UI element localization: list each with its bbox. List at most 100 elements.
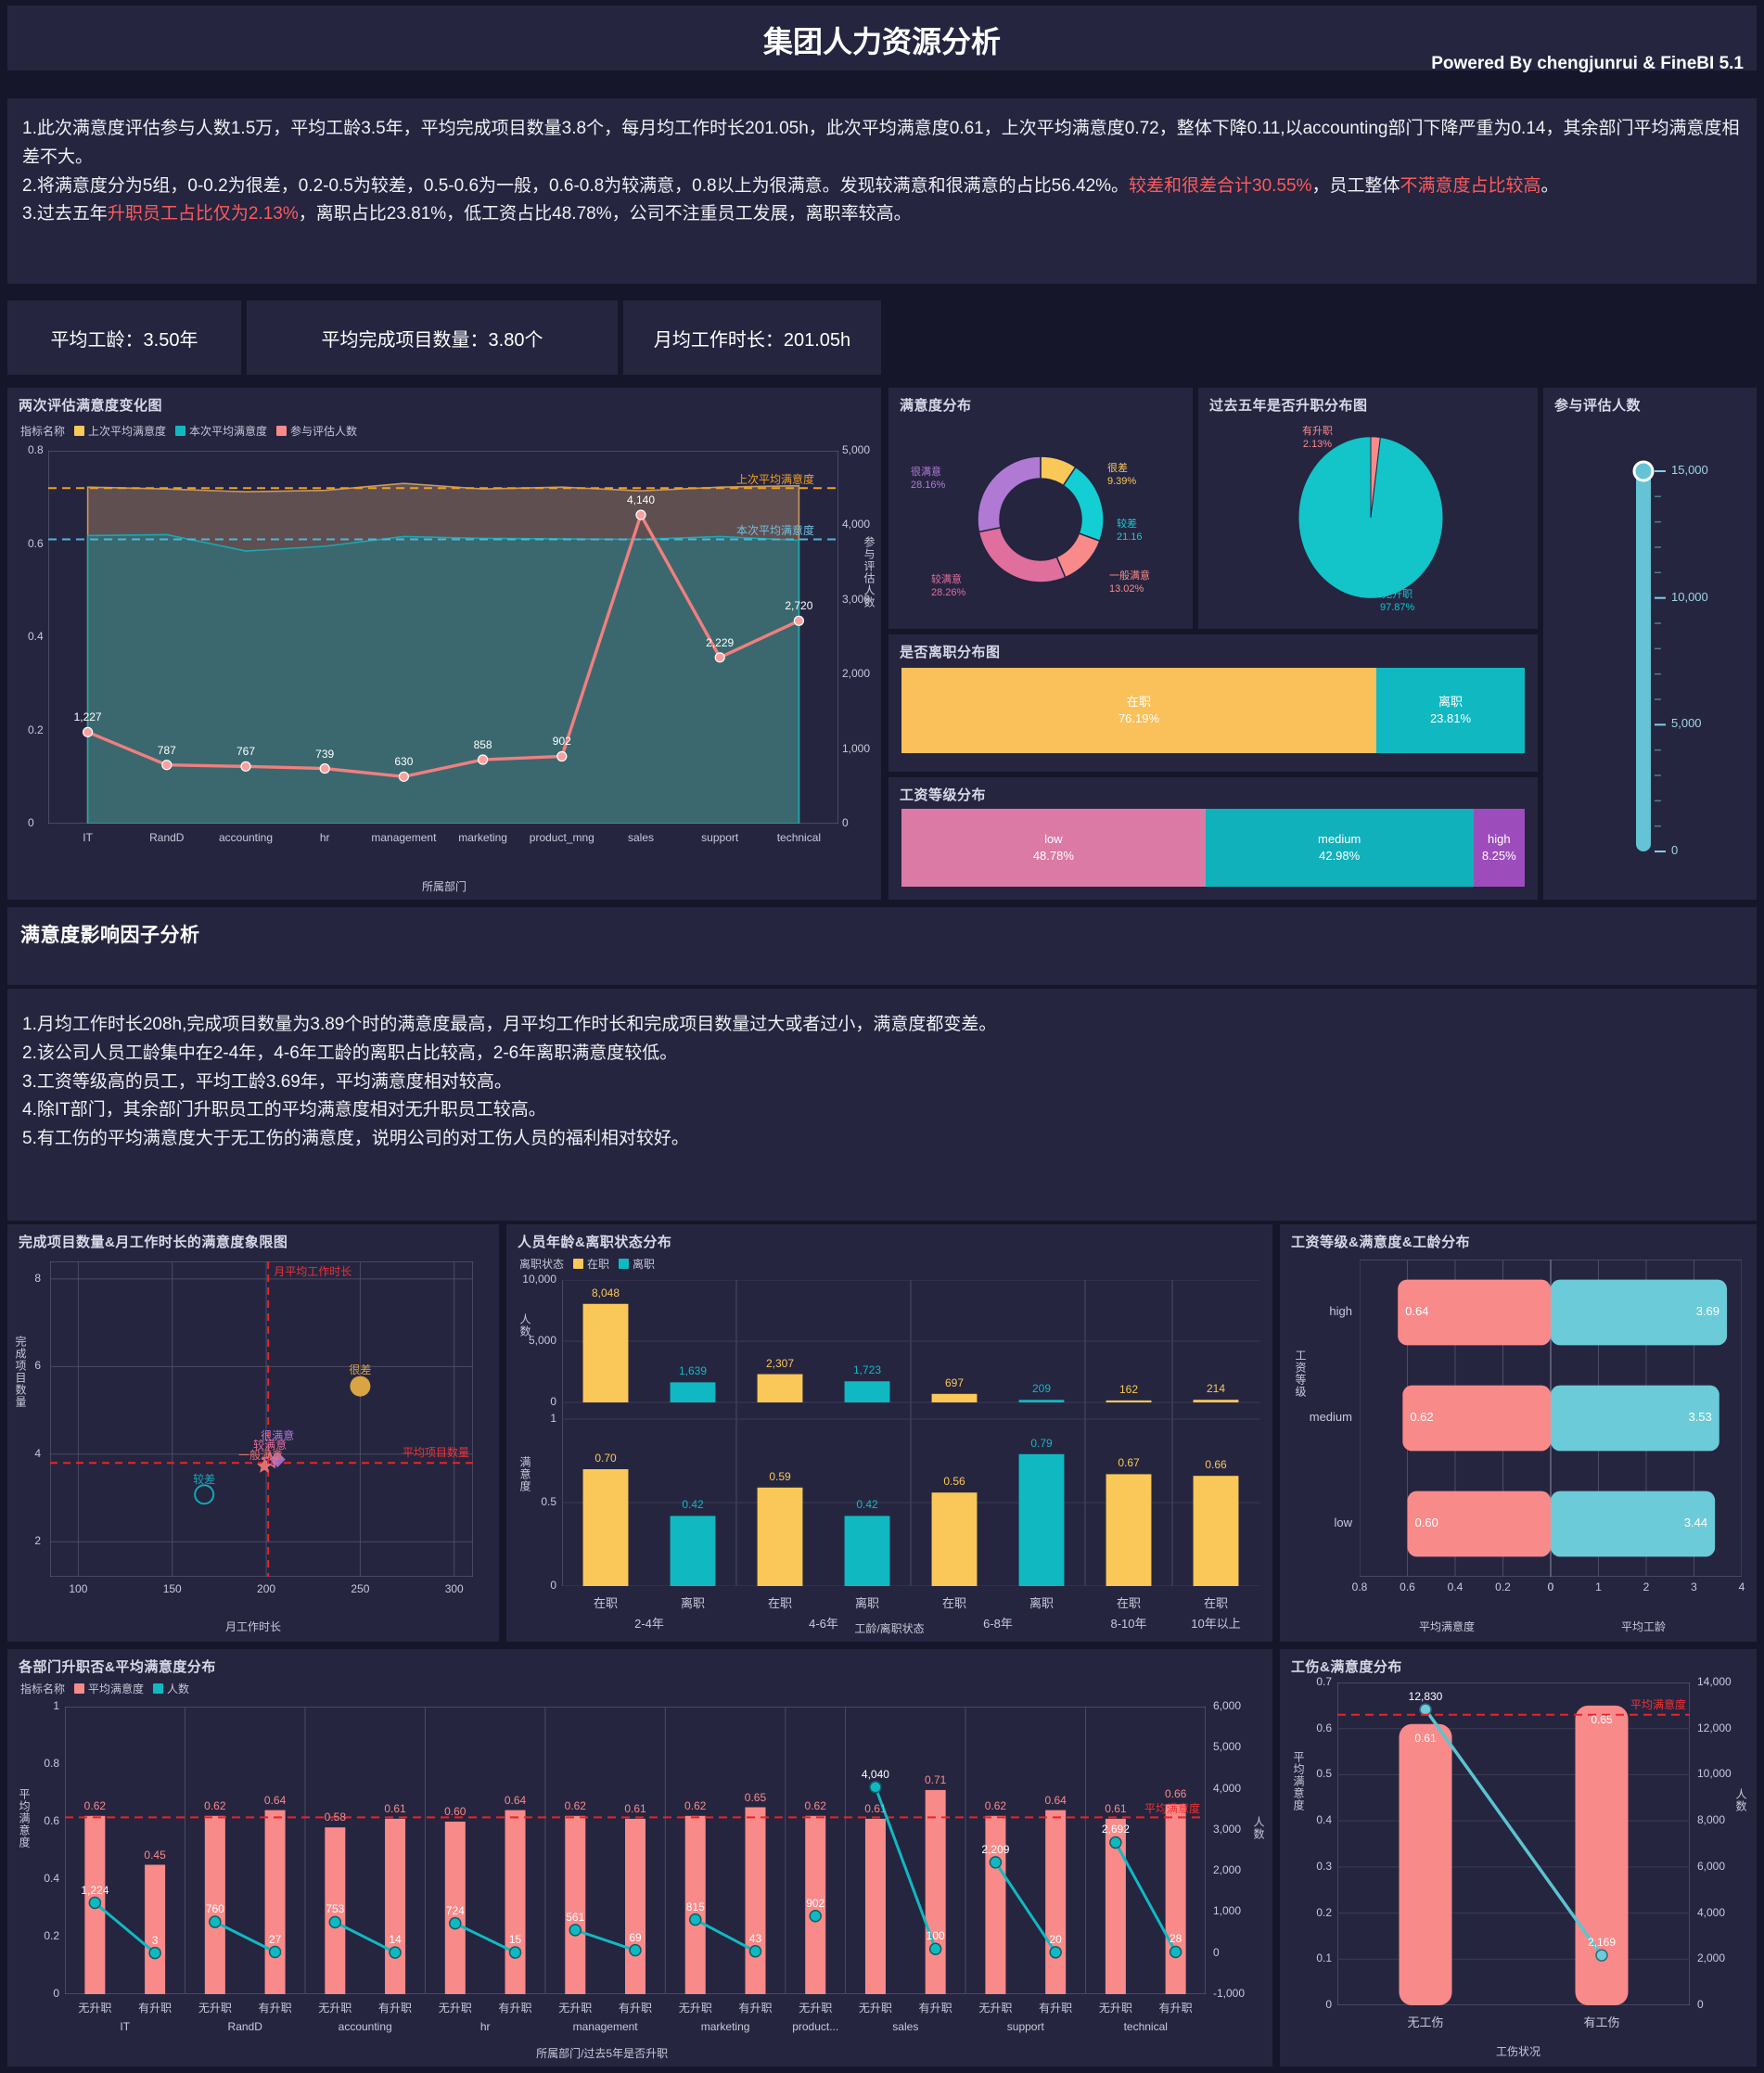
stacked-bar-segment[interactable]: 离职 23.81% xyxy=(1376,668,1525,753)
legend-item-curr[interactable]: 本次平均满意度 xyxy=(175,423,267,439)
bar-satisfaction-value: 0.64 xyxy=(1405,1304,1429,1318)
x-tick-promo: 有升职 xyxy=(918,2002,952,2015)
chart-participant-gauge[interactable]: 参与评估人数 0 5,000 10,000 15,000 xyxy=(1543,388,1757,900)
x-tick-promo: 有升职 xyxy=(138,2002,173,2015)
bar-satisfaction-label: 0.66 xyxy=(1164,1787,1187,1801)
y-tick-right: 0 xyxy=(842,816,849,829)
x-tick-label: sales xyxy=(627,831,655,844)
point-count-label: 15 xyxy=(508,1933,522,1947)
donut-slice-label: 较差 21.16 xyxy=(1117,518,1143,544)
x-tick-label: support xyxy=(701,831,739,844)
chart-quadrant-scatter[interactable]: 完成项目数量&月工作时长的满意度象限图 很差 很满意 较满意 一般满意 较差 月平均工作时… xyxy=(7,1224,499,1642)
chart-salary-satisfaction-tenure[interactable]: 工资等级&满意度&工龄分布 0.64 3.69 0.62 3.53 0.60 3.44 工… xyxy=(1280,1224,1757,1642)
x-axis-left-label: 平均满意度 xyxy=(1419,1620,1476,1633)
bar-satisfaction-value: 0.62 xyxy=(1410,1410,1434,1424)
y-tick-right: 3,000 xyxy=(842,592,871,606)
scatter-point-label: 较差 xyxy=(193,1472,216,1486)
donut-slice-label: 很差 9.39% xyxy=(1107,462,1136,489)
x-group-dept: marketing xyxy=(700,2020,750,2033)
y-axis-label: 工资等级 xyxy=(1294,1350,1307,1398)
chart-title: 是否离职分布图 xyxy=(900,645,1001,660)
legend-item-active[interactable]: 在职 xyxy=(573,1256,609,1272)
y-tick-left: 0.1 xyxy=(1316,1951,1332,1965)
bar-count-label: 1,639 xyxy=(678,1364,708,1378)
x-axis-label: 工伤状况 xyxy=(1495,2045,1541,2058)
x-tick-left: 0.6 xyxy=(1400,1580,1415,1593)
bar-satisfaction-label: 0.62 xyxy=(564,1798,586,1812)
point-count-label: 815 xyxy=(685,1900,705,1913)
bar-satisfaction-label: 0.62 xyxy=(204,1798,226,1812)
segment-label: 离职 xyxy=(1438,695,1463,710)
point-count-label: 28 xyxy=(1169,1932,1182,1946)
y-tick-right: 0 xyxy=(1697,1998,1704,2011)
legend-swatch-icon xyxy=(276,426,288,436)
chart-satisfaction-distribution[interactable]: 满意度分布 很差 9.39% 较差 21.16 一般满意 13.02% 较满意 28.26% 很… xyxy=(888,388,1193,629)
x-tick-right: 1 xyxy=(1595,1580,1602,1593)
chart-salary-level-distribution[interactable]: 工资等级分布 low 48.78% medium 42.98% high 8.25% xyxy=(888,777,1538,900)
x-group-dept: RandD xyxy=(227,2020,262,2033)
section-header-factors: 满意度影响因子分析 xyxy=(7,907,1757,985)
y-tick-right: 2,000 xyxy=(1213,1863,1242,1877)
bar-satisfaction-label: 0.66 xyxy=(1205,1458,1227,1472)
point-count-label: 2,692 xyxy=(1101,1823,1130,1836)
segment-value: 23.81% xyxy=(1429,711,1472,725)
bar-count-label: 8,048 xyxy=(591,1286,620,1299)
x-tick-status: 在职 xyxy=(1203,1596,1229,1610)
x-group-label: 8-10年 xyxy=(1110,1617,1147,1631)
stacked-bar-segment[interactable]: high 8.25% xyxy=(1473,809,1525,887)
x-tick-status: 离职 xyxy=(1029,1596,1055,1610)
y-axis-left-label: 平均满意度 xyxy=(1292,1751,1305,1811)
bar-satisfaction-label: 0.71 xyxy=(924,1772,947,1786)
y-tick-right: 8,000 xyxy=(1697,1813,1726,1827)
legend-item-satisfaction[interactable]: 平均满意度 xyxy=(74,1681,144,1696)
y-tick-label: 2 xyxy=(34,1534,41,1548)
y-tick-right: 10,000 xyxy=(1697,1767,1732,1781)
stacked-bar-segment[interactable]: 在职 76.19% xyxy=(901,668,1376,753)
bar-satisfaction-label: 0.62 xyxy=(804,1798,826,1812)
x-tick-promo: 无升职 xyxy=(1098,2002,1132,2015)
chart-dept-promotion-satisfaction[interactable]: 各部门升职否&平均满意度分布 指标名称 平均满意度 人数 0.62 0.45 0.6… xyxy=(7,1649,1272,2067)
chart-promotion-distribution[interactable]: 过去五年是否升职分布图 有升职 2.13% 无升职 97.87% xyxy=(1198,388,1538,629)
bar-satisfaction-label: 0.62 xyxy=(684,1798,707,1812)
kpi-label: 平均工龄：3.50年 xyxy=(50,329,198,351)
data-label: 2,720 xyxy=(785,599,813,613)
x-tick-status: 在职 xyxy=(941,1596,967,1610)
point-count-label: 27 xyxy=(268,1932,282,1946)
kpi-label: 平均完成项目数量：3.80个 xyxy=(321,329,543,351)
x-group-label: 10年以上 xyxy=(1191,1617,1241,1631)
kpi-card-avg-tenure: 平均工龄：3.50年 xyxy=(7,301,241,375)
bar-count-label: 1,723 xyxy=(852,1363,882,1377)
pie-plot: 有升职 2.13% 无升职 97.87% xyxy=(1198,388,1538,629)
legend-item-prev[interactable]: 上次平均满意度 xyxy=(74,423,166,439)
x-group-dept: management xyxy=(572,2020,638,2033)
slice-value: 13.02% xyxy=(1109,583,1144,595)
bar-satisfaction-label: 0.58 xyxy=(324,1811,346,1824)
legend-item-left[interactable]: 离职 xyxy=(619,1256,655,1272)
x-group-dept: IT xyxy=(120,2020,131,2033)
reference-line-y-label: 平均项目数量 xyxy=(402,1446,469,1460)
stacked-bar-segment[interactable]: low 48.78% xyxy=(901,809,1206,887)
stacked-bar-segment[interactable]: medium 42.98% xyxy=(1205,809,1474,887)
bar-satisfaction-value: 0.60 xyxy=(1414,1516,1438,1529)
legend-label: 指标名称 xyxy=(20,1683,66,1696)
y-tick-left: 0.6 xyxy=(28,536,44,550)
x-axis-label: 所属部门/过去5年是否升职 xyxy=(536,2047,669,2060)
legend-swatch-icon xyxy=(74,1683,85,1694)
chart-attrition-distribution[interactable]: 是否离职分布图 在职 76.19% 离职 23.81% xyxy=(888,634,1538,772)
x-tick-label: 200 xyxy=(257,1582,276,1595)
chart-satisfaction-trend[interactable]: 两次评估满意度变化图 指标名称 上次平均满意度 本次平均满意度 参与评估人数 1… xyxy=(7,388,881,900)
x-tick-status: 在职 xyxy=(593,1596,619,1610)
x-tick-label: 150 xyxy=(162,1582,182,1595)
x-tick-promo: 无升职 xyxy=(558,2002,593,2015)
scatter-point-label: 很差 xyxy=(349,1363,372,1376)
x-tick-label: technical xyxy=(776,831,822,844)
data-label: 767 xyxy=(236,745,256,759)
segment-value: 76.19% xyxy=(1118,711,1160,725)
chart-injury-satisfaction[interactable]: 工伤&满意度分布 0.61 0.65 12,830 2,169 平均满意度 工伤状况 平… xyxy=(1280,1649,1757,2067)
legend-item-count[interactable]: 人数 xyxy=(153,1681,189,1696)
chart-tenure-attrition[interactable]: 人员年龄&离职状态分布 离职状态 在职 离职 8,048 0.70 1,639 0.4… xyxy=(506,1224,1272,1642)
legend-item-count[interactable]: 参与评估人数 xyxy=(276,423,357,439)
chart-title: 人员年龄&离职状态分布 xyxy=(518,1235,672,1250)
slice-value: 21.16 xyxy=(1117,531,1143,544)
gauge-tick-label: 0 xyxy=(1671,843,1679,857)
